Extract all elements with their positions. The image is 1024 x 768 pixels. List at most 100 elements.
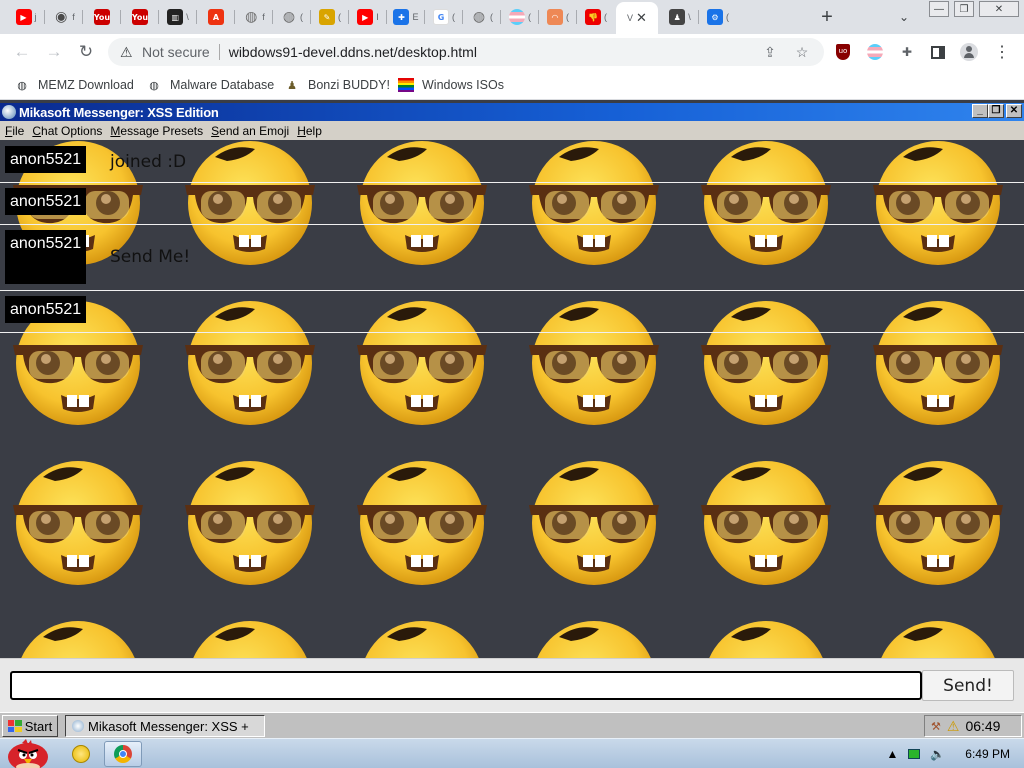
tools-icon[interactable]: ⚒ (931, 720, 941, 733)
bonzi-icon: ♟ (287, 79, 297, 92)
app-close-button[interactable]: ✕ (1006, 104, 1022, 118)
tab-15[interactable]: 👎( (578, 4, 614, 30)
win95-clock[interactable]: 06:49 (965, 718, 1000, 734)
app-title-bar[interactable]: Mikasoft Messenger: XSS Edition (0, 103, 1024, 121)
tab-18[interactable]: ⚙( (700, 4, 736, 30)
app-minimize-button[interactable]: _ (972, 104, 988, 118)
bookmark-label: Bonzi BUDDY! (308, 78, 390, 92)
trans-flag-extension-icon[interactable] (866, 43, 884, 61)
tab-12[interactable]: ◍( (464, 4, 500, 30)
tab-separator (234, 10, 235, 24)
bookmark-bonzi-buddy[interactable]: ♟ Bonzi BUDDY! (284, 76, 390, 94)
message-username[interactable]: anon5521 (5, 188, 87, 215)
address-bar[interactable]: ⚠ Not secure wibdows91-devel.ddns.net/de… (108, 38, 824, 66)
back-arrow-icon[interactable]: ← (11, 41, 33, 63)
globe-icon: ◍ (17, 79, 27, 92)
angry-bird-icon (8, 739, 48, 768)
tab-title: ( (604, 12, 607, 22)
reload-icon[interactable]: ↻ (75, 41, 97, 63)
ublock-origin-icon[interactable]: uo (834, 43, 852, 61)
browser-minimize-button[interactable]: — (929, 1, 949, 17)
tab-8[interactable]: ✎( (312, 4, 348, 30)
tab-7[interactable]: ◍( (274, 4, 310, 30)
win95-system-tray: ⚒ ⚠ 06:49 (924, 715, 1022, 737)
browser-close-button[interactable]: ✕ (979, 1, 1019, 17)
message-username[interactable]: anon5521 (5, 230, 87, 284)
chrome-taskbar-icon[interactable] (104, 741, 142, 767)
not-secure-label[interactable]: Not secure (142, 44, 210, 60)
tab-9[interactable]: ▶ I (350, 4, 386, 30)
tab-separator (462, 10, 463, 24)
nerd-face-emoji-icon (3, 455, 143, 585)
folder-pin-icon[interactable] (62, 741, 100, 767)
globe-icon: ◍ (149, 79, 159, 92)
host-clock[interactable]: 6:49 PM (965, 747, 1010, 761)
youtube-icon: ▶ (15, 9, 32, 25)
bookmark-windows-isos[interactable]: Windows ISOs (398, 76, 504, 94)
message-username[interactable]: anon5521 (5, 146, 87, 173)
globe-icon: ◍ (472, 9, 486, 25)
tab-0[interactable]: ▶ j (8, 4, 44, 30)
forward-arrow-icon[interactable]: → (43, 41, 65, 63)
menu-message-presets[interactable]: Message Presets (110, 124, 203, 138)
paint-icon: ✎ (319, 9, 335, 25)
menu-file[interactable]: File (5, 124, 24, 138)
tab-14[interactable]: ◠( (540, 4, 576, 30)
bookmark-memz[interactable]: ◍ MEMZ Download (14, 76, 134, 94)
url-text[interactable]: wibdows91-devel.ddns.net/desktop.html (229, 44, 477, 60)
taskbar-task-messenger[interactable]: Mikasoft Messenger: XSS + (65, 715, 265, 737)
new-tab-button[interactable]: + (815, 5, 839, 29)
profile-avatar-icon[interactable] (960, 43, 978, 61)
menu-send-an-emoji[interactable]: Send an Emoji (211, 124, 289, 138)
rainbow-flag-icon (398, 77, 414, 93)
app-menu-bar: File Chat Options Message Presets Send a… (0, 121, 1024, 140)
tab-11[interactable]: G( (426, 4, 462, 30)
menu-kebab-icon[interactable]: ⋮ (993, 43, 1011, 61)
close-tab-icon[interactable]: ✕ (636, 10, 647, 26)
tab-title: \ (186, 12, 189, 22)
send-button[interactable]: Send! (922, 670, 1014, 701)
speaker-icon[interactable]: 🔈 (930, 747, 945, 761)
tab-1[interactable]: ◉ f (46, 4, 82, 30)
start-button[interactable]: Start (2, 715, 58, 737)
tab-6[interactable]: ◍ f (236, 4, 272, 30)
tab-title: I (376, 12, 379, 22)
extensions-puzzle-icon[interactable]: ✚ (898, 43, 916, 61)
tab-separator (196, 10, 197, 24)
browser-tab-strip: ▶j◉fYouYouTubeYouYouTube▥\AAdobe◍f◍(✎(▶I… (0, 0, 1024, 34)
share-icon[interactable]: ⇪ (762, 44, 778, 60)
tab-16[interactable]: V ✕ (616, 2, 658, 34)
tab-separator (158, 10, 159, 24)
tab-10[interactable]: ✚ E (388, 4, 424, 30)
youtube-logo-icon: You (132, 9, 148, 25)
tab-title: f (262, 12, 265, 22)
chat-area[interactable]: anon5521 joined :D anon5521 anon5521 Sen… (0, 140, 1024, 658)
tab-3[interactable]: YouYouTube (122, 4, 158, 30)
side-panel-icon[interactable] (929, 43, 947, 61)
nerd-face-emoji-icon (175, 615, 315, 658)
tab-17[interactable]: ♟ \ (662, 4, 698, 30)
message-username[interactable]: anon5521 (5, 296, 87, 323)
app-maximize-button[interactable]: ❐ (988, 104, 1004, 118)
tab-separator (424, 10, 425, 24)
angry-bird-start-icon[interactable] (0, 739, 56, 768)
bookmark-malware-database[interactable]: ◍ Malware Database (146, 76, 274, 94)
tab-2[interactable]: YouYouTube (84, 4, 120, 30)
warning-tray-icon[interactable]: ⚠ (947, 718, 960, 735)
battery-icon[interactable] (908, 749, 921, 759)
browser-maximize-button[interactable]: ❐ (954, 1, 974, 17)
tab-title: E (412, 12, 419, 22)
tab-title: f (72, 12, 75, 22)
tab-search-chevron-icon[interactable]: ⌄ (894, 7, 914, 27)
message-input[interactable] (10, 671, 922, 700)
menu-help[interactable]: Help (297, 124, 322, 138)
menu-chat-options[interactable]: Chat Options (32, 124, 102, 138)
tab-5[interactable]: AAdobe (198, 4, 234, 30)
bookmark-star-icon[interactable]: ☆ (794, 44, 810, 60)
warning-icon[interactable]: ⚠ (120, 44, 134, 61)
messenger-task-icon (72, 720, 84, 732)
show-hidden-icons-chevron-icon[interactable]: ▲ (886, 747, 898, 761)
tab-4[interactable]: ▥ \ (160, 4, 196, 30)
bookmark-label: Malware Database (170, 78, 275, 92)
tab-13[interactable]: ( (502, 4, 538, 30)
